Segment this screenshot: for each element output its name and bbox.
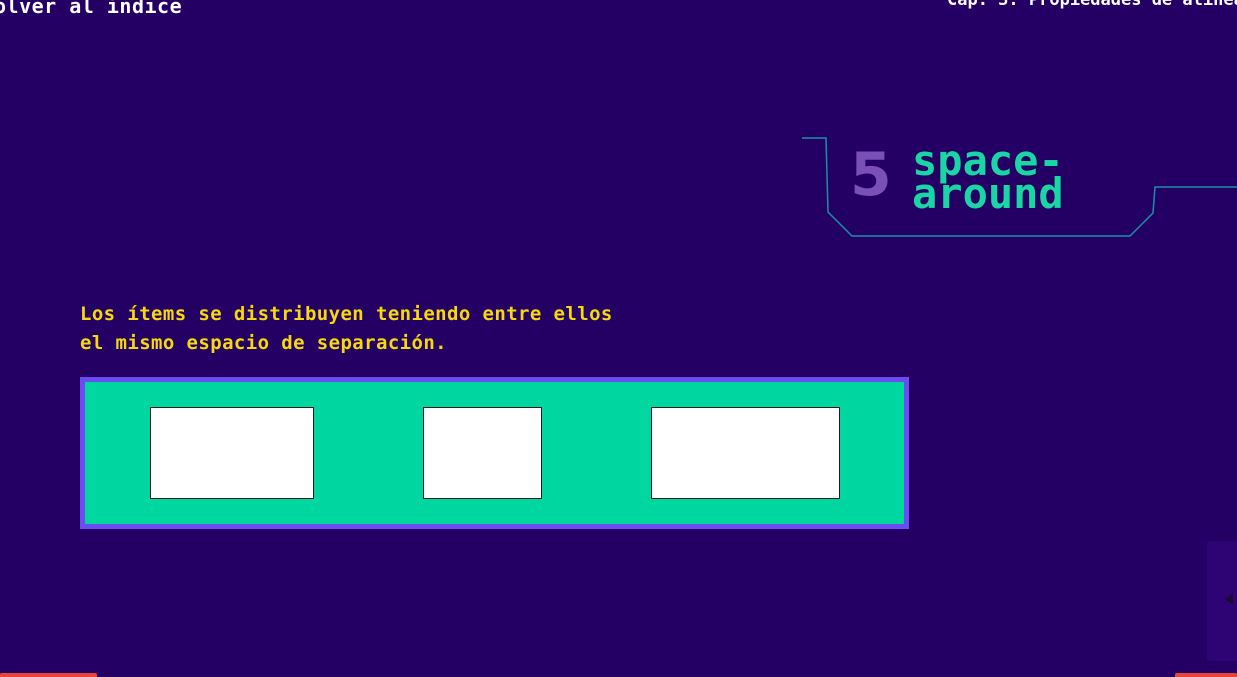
description-line-2: el mismo espacio de separación.: [80, 332, 448, 354]
flex-demo-item-1: [149, 407, 314, 499]
section-title: space- around: [912, 140, 1064, 218]
back-to-index-link[interactable]: olver al índice: [0, 0, 182, 18]
chapter-title: Cap. 3. Propiedades de alineación: [947, 0, 1237, 10]
flex-demo-item-2: [422, 407, 542, 499]
description-line-1: Los ítems se distribuyen teniendo entre …: [80, 303, 613, 325]
flex-demo-container: [80, 377, 909, 529]
section-number: 5: [850, 140, 892, 210]
chevron-left-icon: [1225, 593, 1233, 605]
flex-demo-item-3: [650, 407, 840, 499]
section-heading: 5 space- around: [800, 136, 1237, 240]
section-description: Los ítems se distribuyen teniendo entre …: [80, 300, 780, 358]
next-page-button[interactable]: [1175, 673, 1237, 677]
section-title-line-2: around: [912, 169, 1064, 218]
side-panel-toggle[interactable]: [1207, 541, 1237, 661]
prev-page-button[interactable]: [0, 673, 97, 677]
